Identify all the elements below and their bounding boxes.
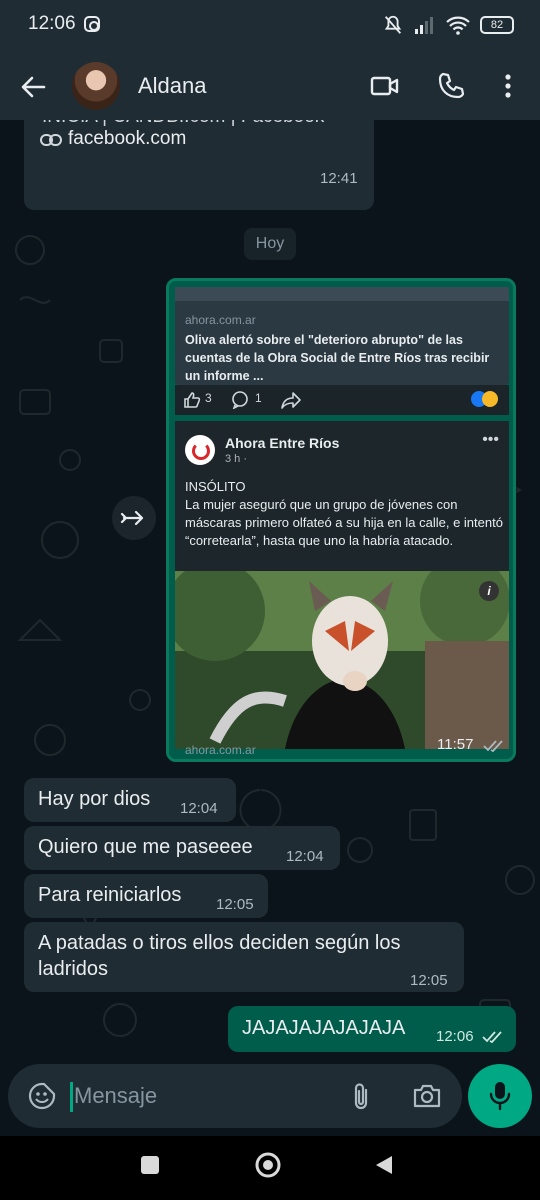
link-icon xyxy=(40,134,62,146)
avatar[interactable] xyxy=(72,62,120,110)
message-time: 12:05 xyxy=(410,972,448,989)
message-text: Quiero que me paseeee xyxy=(38,836,253,858)
more-options-icon[interactable] xyxy=(496,71,520,101)
forward-button[interactable] xyxy=(112,496,156,540)
date-chip: Hoy xyxy=(244,228,296,260)
incoming-message[interactable]: Quiero que me paseeee 12:04 xyxy=(24,826,340,870)
forward-icon xyxy=(120,510,144,526)
wifi-icon xyxy=(446,16,470,35)
message-time: 12:04 xyxy=(180,800,218,817)
page-name: Ahora Entre Ríos xyxy=(225,435,340,451)
message-time: 12:05 xyxy=(216,896,254,913)
wow-reaction-icon xyxy=(482,391,498,407)
chat-area[interactable]: INICIA | CANDBI.com | Facebook facebook.… xyxy=(0,120,540,1060)
read-receipt-icon xyxy=(482,1031,502,1044)
message-time: 12:04 xyxy=(286,848,324,865)
contact-name[interactable]: Aldana xyxy=(138,73,207,99)
post-age: 3 h · xyxy=(225,453,248,465)
microphone-icon xyxy=(489,1082,511,1111)
info-icon: i xyxy=(479,581,499,601)
instagram-notification-icon xyxy=(84,16,100,32)
comment-icon xyxy=(232,391,248,409)
message-text: Hay por dios xyxy=(38,788,151,810)
link-card-strip xyxy=(175,287,509,301)
camera-icon[interactable] xyxy=(412,1082,442,1110)
sticker-icon[interactable] xyxy=(28,1082,56,1110)
post-source: ahora.com.ar xyxy=(185,743,256,757)
previous-link-message[interactable]: INICIA | CANDBI.com | Facebook facebook.… xyxy=(24,120,374,210)
reaction-row: 3 1 xyxy=(175,385,509,415)
home-button[interactable] xyxy=(254,1151,282,1179)
forwarded-image-message[interactable]: ahora.com.ar Oliva alertó sobre el "dete… xyxy=(166,278,516,762)
phone-call-icon[interactable] xyxy=(436,71,466,101)
attach-icon[interactable] xyxy=(348,1082,376,1112)
message-time: 11:57 xyxy=(437,736,474,753)
link-preview-title: INICIA | CANDBI.com | Facebook xyxy=(42,120,362,128)
post-photo-illustration xyxy=(175,571,509,749)
back-nav-button[interactable] xyxy=(374,1154,394,1176)
post-photo: i xyxy=(175,571,509,749)
status-icons: 82 xyxy=(382,14,514,36)
composer-bar xyxy=(0,1060,540,1136)
signal-icon xyxy=(415,17,433,34)
composer-pill xyxy=(8,1064,462,1128)
message-time: 12:41 xyxy=(320,170,358,187)
link-preview-url[interactable]: facebook.com xyxy=(40,128,370,156)
message-text: A patadas o tiros ellos deciden según lo… xyxy=(38,932,401,954)
message-time: 12:06 xyxy=(436,1028,474,1045)
outgoing-message[interactable]: JAJAJAJAJAJAJA 12:06 xyxy=(228,1006,516,1052)
reaction-emoji-icons xyxy=(471,391,501,407)
incoming-message[interactable]: A patadas o tiros ellos deciden según lo… xyxy=(24,922,464,992)
recents-button[interactable] xyxy=(141,1156,159,1174)
chat-header: Aldana xyxy=(0,52,540,120)
battery-icon: 82 xyxy=(480,16,514,34)
message-input[interactable] xyxy=(74,1078,324,1114)
facebook-post: Ahora Entre Ríos 3 h · ••• INSÓLITO La m… xyxy=(175,421,509,749)
share-icon xyxy=(281,392,301,409)
voice-message-button[interactable] xyxy=(468,1064,532,1128)
message-text-line2: ladridos xyxy=(38,958,109,980)
read-receipt-icon xyxy=(483,740,503,753)
link-text[interactable]: facebook.com xyxy=(68,128,186,150)
message-text: Para reiniciarlos xyxy=(38,884,182,906)
post-more-icon: ••• xyxy=(482,431,499,448)
status-time: 12:06 xyxy=(28,13,76,34)
comment-count: 1 xyxy=(255,391,262,405)
like-icon xyxy=(184,392,201,408)
link-card: ahora.com.ar Oliva alertó sobre el "dete… xyxy=(175,287,509,385)
post-body: La mujer aseguró que un grupo de jóvenes… xyxy=(185,497,503,548)
status-bar: 12:06 82 xyxy=(0,0,540,52)
page-logo-icon xyxy=(185,435,215,465)
link-card-source: ahora.com.ar xyxy=(185,313,256,327)
mute-icon xyxy=(384,15,402,34)
back-arrow-icon[interactable] xyxy=(18,72,48,102)
incoming-message[interactable]: Hay por dios 12:04 xyxy=(24,778,236,822)
message-text: JAJAJAJAJAJAJA xyxy=(242,1017,406,1039)
system-navigation-bar xyxy=(0,1136,540,1200)
post-title: INSÓLITO xyxy=(185,479,246,494)
text-cursor xyxy=(70,1082,73,1112)
video-call-icon[interactable] xyxy=(370,71,400,101)
link-card-headline: Oliva alertó sobre el "deterioro abrupto… xyxy=(185,333,490,383)
incoming-message[interactable]: Para reiniciarlos 12:05 xyxy=(24,874,268,918)
like-count: 3 xyxy=(205,391,212,405)
